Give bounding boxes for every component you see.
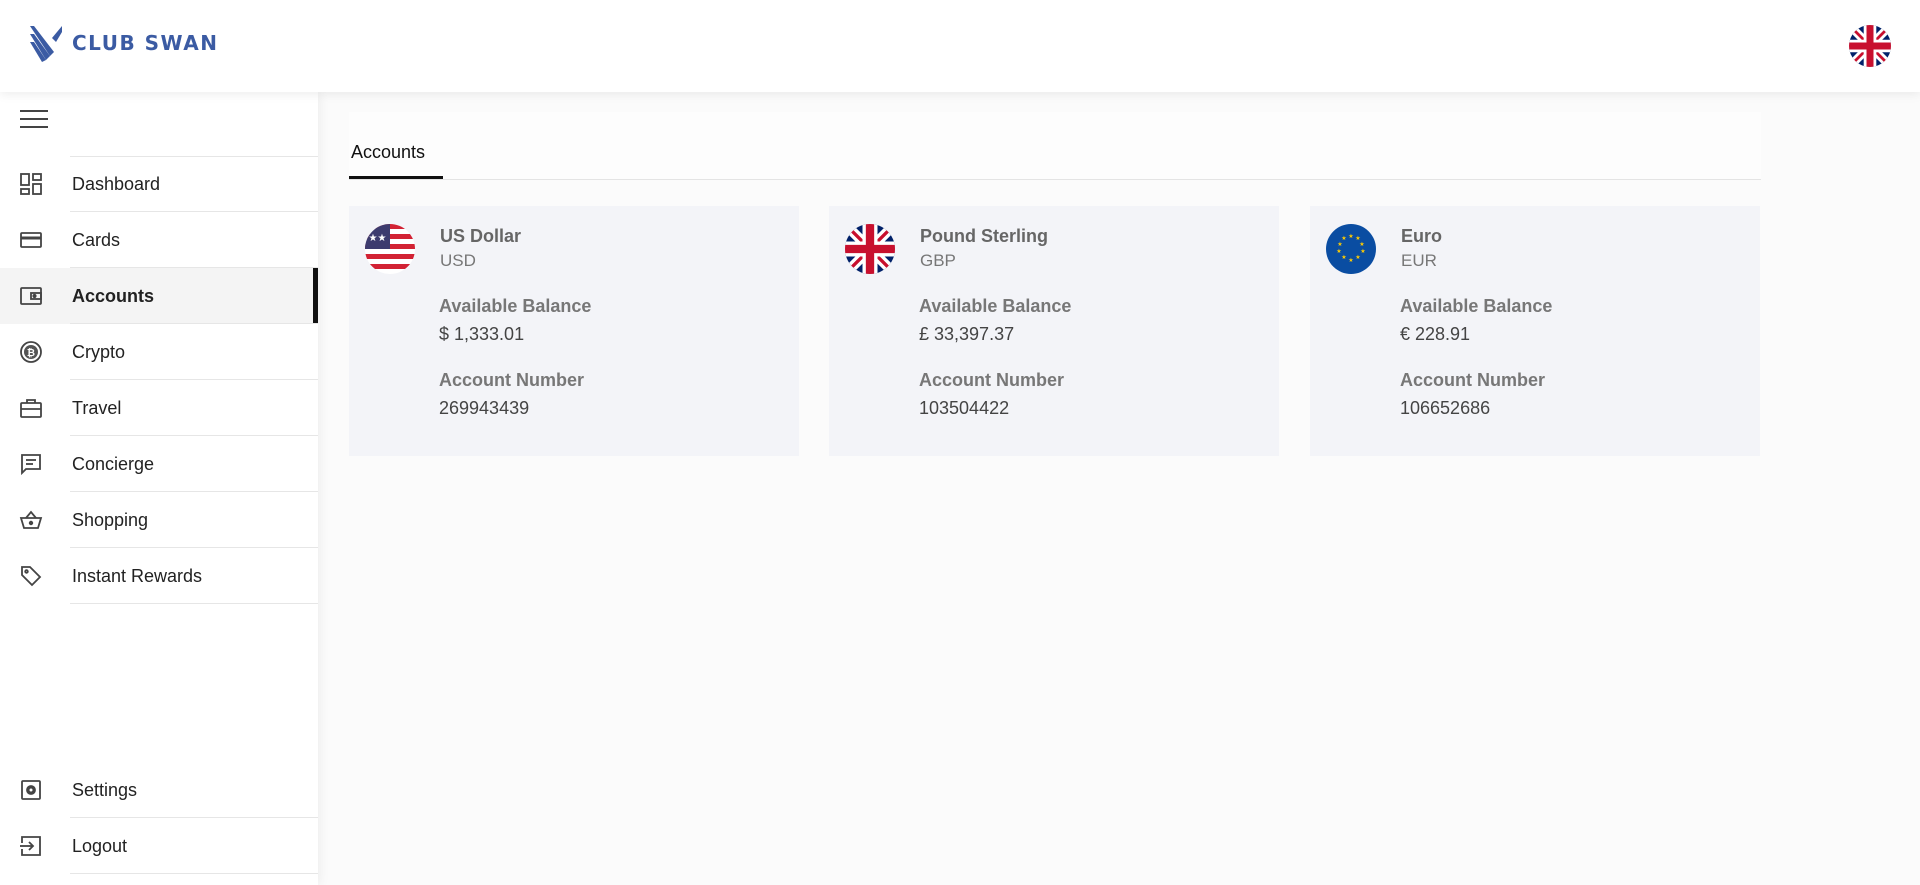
accounts-list: ★★ US Dollar USD Available Balance $ 1,3…: [349, 206, 1761, 456]
briefcase-icon: [20, 399, 42, 418]
account-card-gbp[interactable]: Pound Sterling GBP Available Balance £ 3…: [829, 206, 1279, 456]
balance-value: € 228.91: [1400, 324, 1471, 344]
svg-text:★: ★: [1341, 254, 1346, 261]
currency-name: US Dollar: [440, 226, 522, 246]
svg-text:★: ★: [1337, 241, 1342, 248]
sidebar-item-crypto[interactable]: ₿ Crypto: [0, 324, 318, 380]
settings-icon: [21, 780, 41, 800]
account-number-value: 269943439: [439, 398, 530, 418]
active-indicator: [313, 268, 318, 324]
currency-flag: ★ ★ ★ ★ ★ ★ ★ ★ ★ ★: [1326, 224, 1376, 274]
sidebar-item-label: Settings: [72, 779, 138, 800]
sidebar-item-label: Instant Rewards: [72, 565, 203, 586]
dashboard-icon: [20, 173, 42, 195]
currency-flag: [845, 224, 895, 274]
tab-bar: Accounts: [349, 112, 1761, 180]
brand-name: CLUB SWAN: [72, 31, 219, 55]
sidebar-item-travel[interactable]: Travel: [0, 380, 318, 436]
sidebar: Dashboard Cards Accounts ₿ Crypto Travel…: [0, 92, 318, 885]
uk-flag-icon: [845, 224, 895, 274]
sidebar-item-label: Shopping: [72, 509, 149, 530]
tab-label: Accounts: [351, 142, 426, 162]
sidebar-item-concierge[interactable]: Concierge: [0, 436, 318, 492]
balance-label: Available Balance: [919, 296, 1072, 316]
currency-name: Euro: [1401, 226, 1443, 246]
currency-name: Pound Sterling: [920, 226, 1048, 246]
sidebar-item-settings[interactable]: Settings: [0, 762, 318, 818]
currency-code: EUR: [1401, 251, 1437, 270]
uk-flag-icon: [1849, 25, 1891, 67]
balance-value: $ 1,333.01: [439, 324, 525, 344]
account-card-usd[interactable]: ★★ US Dollar USD Available Balance $ 1,3…: [349, 206, 799, 456]
currency-code: USD: [440, 251, 476, 270]
logout-icon: [20, 836, 41, 856]
svg-text:₿: ₿: [27, 347, 35, 359]
account-number-label: Account Number: [919, 370, 1065, 390]
balance-value: £ 33,397.37: [919, 324, 1015, 344]
balance-label: Available Balance: [1400, 296, 1553, 316]
sidebar-item-label: Logout: [72, 835, 128, 856]
sidebar-item-label: Travel: [72, 397, 122, 418]
language-selector[interactable]: [1849, 25, 1891, 67]
basket-icon: [19, 510, 43, 529]
sidebar-item-instant-rewards[interactable]: Instant Rewards: [0, 548, 318, 604]
svg-text:★★: ★★: [369, 233, 387, 244]
sidebar-item-cards[interactable]: Cards: [0, 212, 318, 268]
sidebar-item-accounts[interactable]: Accounts: [0, 268, 318, 324]
svg-text:★: ★: [1360, 248, 1365, 255]
club-swan-logo[interactable]: CLUB SWAN: [28, 24, 218, 62]
account-number-value: 103504422: [919, 398, 1010, 418]
us-flag-icon: ★★: [365, 224, 415, 274]
sidebar-nav: Dashboard Cards Accounts ₿ Crypto Travel…: [0, 156, 318, 604]
account-number-label: Account Number: [439, 370, 585, 390]
svg-text:★: ★: [1355, 254, 1360, 261]
tab-accounts[interactable]: Accounts: [349, 111, 443, 179]
eu-flag-icon: ★ ★ ★ ★ ★ ★ ★ ★ ★ ★: [1326, 224, 1376, 274]
sidebar-item-label: Cards: [72, 229, 121, 250]
sidebar-item-dashboard[interactable]: Dashboard: [0, 156, 318, 212]
svg-text:★: ★: [1336, 248, 1341, 255]
wallet-icon: [20, 287, 42, 305]
account-number-label: Account Number: [1400, 370, 1546, 390]
svg-text:★: ★: [1348, 233, 1353, 240]
balance-label: Available Balance: [439, 296, 592, 316]
chat-icon: [21, 454, 41, 476]
account-number-value: 106652686: [1400, 398, 1491, 418]
sidebar-item-logout[interactable]: Logout: [0, 818, 318, 874]
currency-flag: ★★: [365, 224, 415, 274]
sidebar-bottom-nav: Settings Logout: [0, 762, 318, 874]
top-header: CLUB SWAN: [0, 0, 1920, 92]
account-card-eur[interactable]: ★ ★ ★ ★ ★ ★ ★ ★ ★ ★ Euro EUR Available B…: [1310, 206, 1760, 456]
hamburger-icon[interactable]: [20, 110, 48, 130]
bitcoin-icon: ₿: [20, 341, 42, 363]
svg-text:★: ★: [1359, 241, 1364, 248]
svg-text:★: ★: [1348, 257, 1353, 264]
sidebar-item-shopping[interactable]: Shopping: [0, 492, 318, 548]
sidebar-item-label: Dashboard: [72, 173, 161, 194]
tag-icon: [21, 566, 42, 587]
sidebar-item-label: Crypto: [72, 341, 126, 362]
sidebar-item-label: Accounts: [72, 285, 155, 306]
swan-logo-icon: [30, 26, 62, 62]
currency-code: GBP: [920, 251, 956, 270]
sidebar-item-label: Concierge: [72, 453, 155, 474]
svg-text:★: ★: [1341, 235, 1346, 242]
card-icon: [20, 232, 42, 248]
main-content: Accounts ★★ US Dollar USD Available Bala…: [349, 112, 1761, 456]
